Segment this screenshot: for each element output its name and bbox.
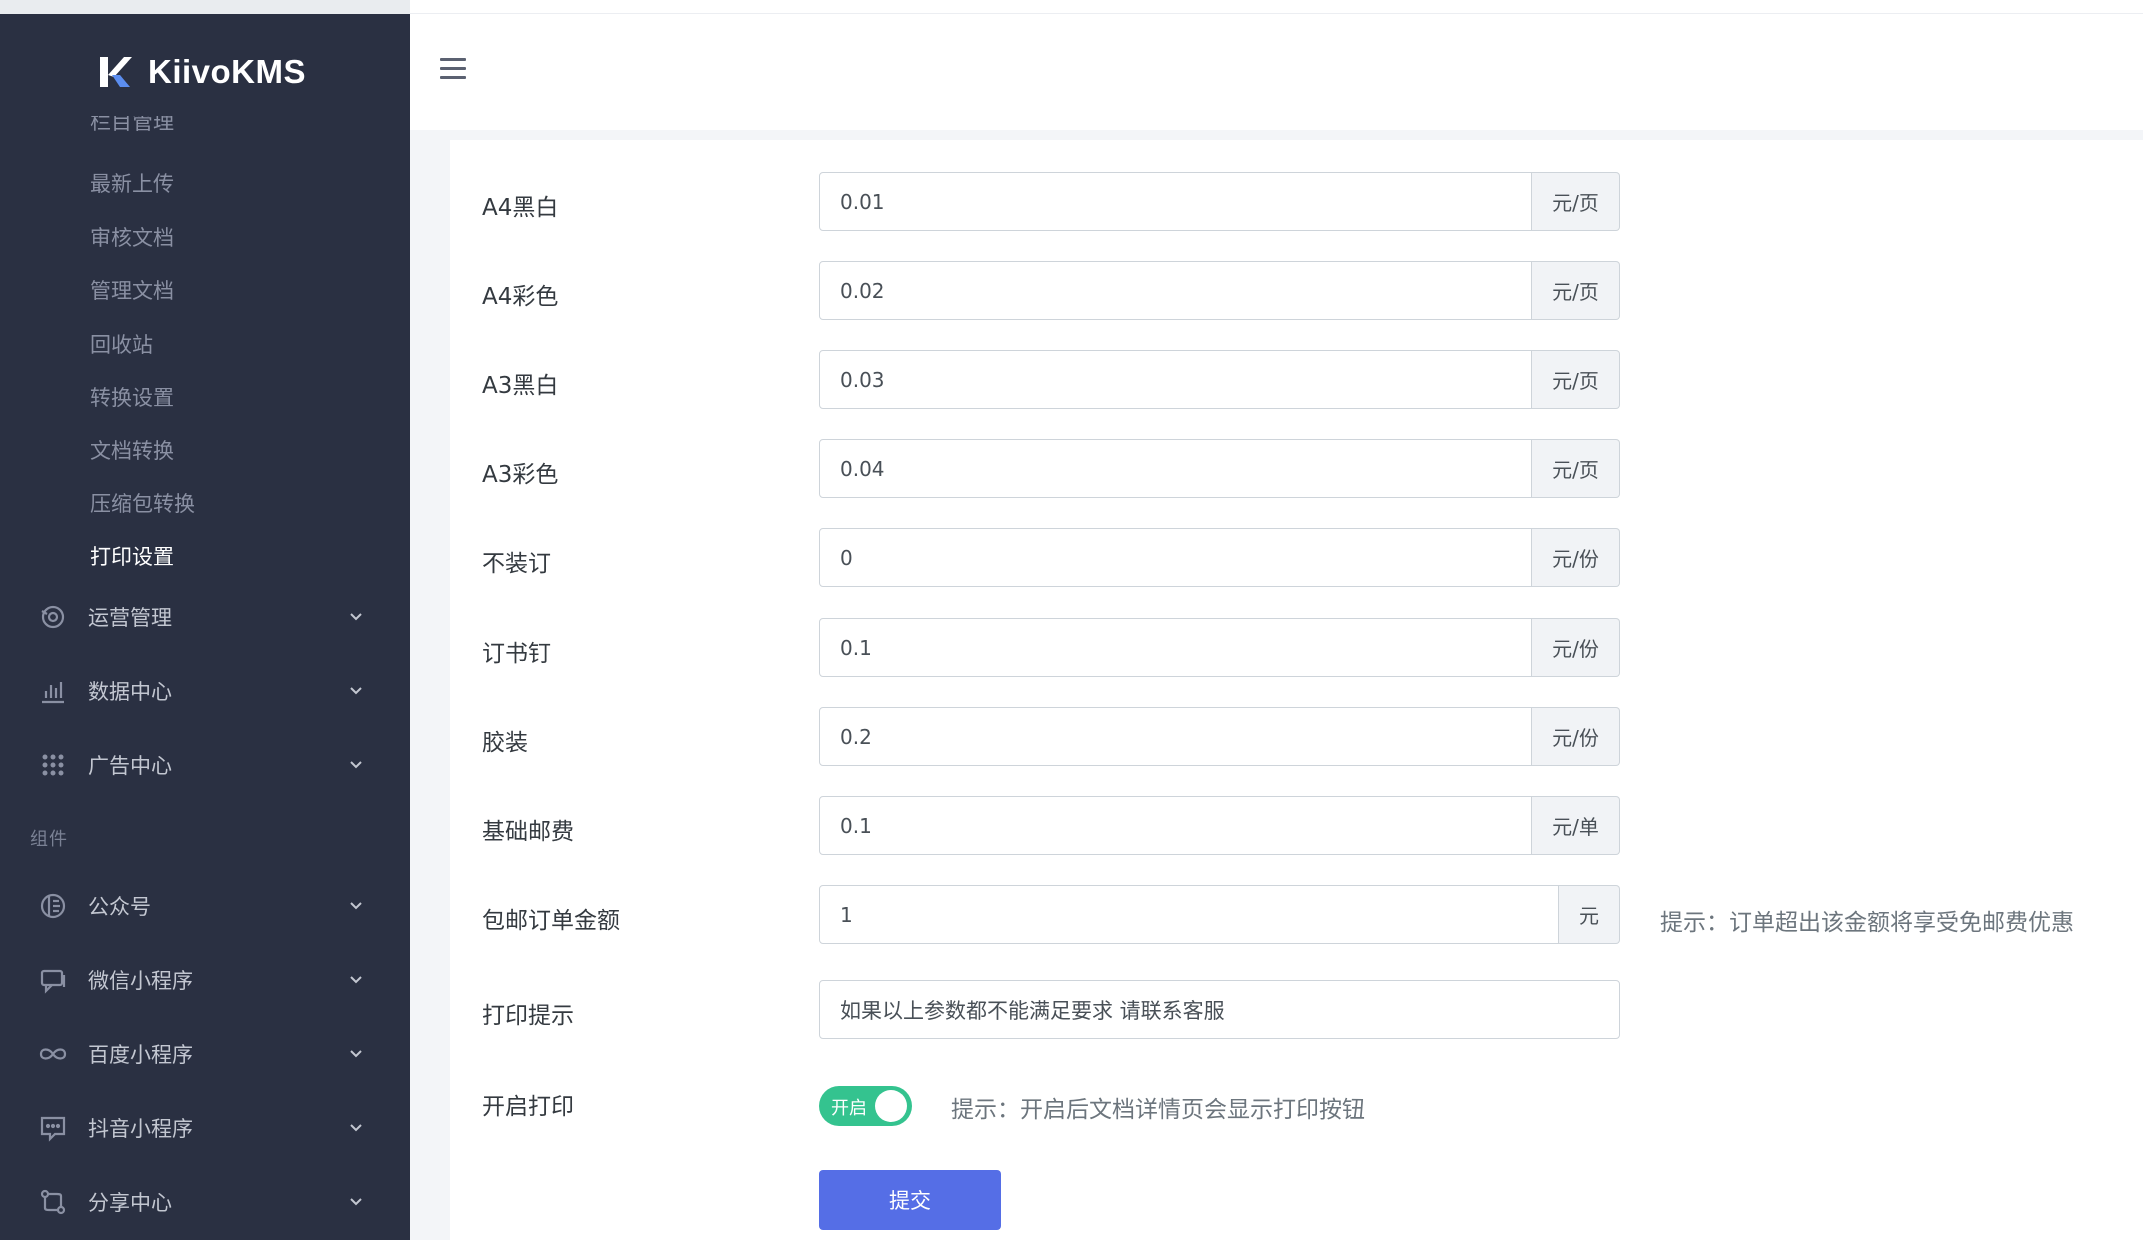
sidebar-item-label: 分享中心: [88, 1191, 172, 1215]
label-enable-print: 开启打印: [482, 1094, 574, 1120]
chevron-down-icon: [350, 613, 362, 621]
bar-chart-icon: [38, 676, 68, 706]
sidebar-item-label: 运营管理: [88, 606, 172, 630]
sidebar-item-share-center[interactable]: 分享中心: [0, 1177, 410, 1227]
sidebar-subitem-manage-docs[interactable]: 管理文档: [90, 275, 174, 305]
chevron-down-icon: [350, 976, 362, 984]
input-group-base-postage: 元/单: [819, 796, 1620, 855]
official-account-icon: [38, 891, 68, 921]
label-a4-color: A4彩色: [482, 284, 559, 310]
label-no-binding: 不装订: [482, 551, 551, 577]
grid-dots-icon: [38, 750, 68, 780]
a4-bw-price-input[interactable]: [819, 172, 1532, 231]
staple-price-input[interactable]: [819, 618, 1532, 677]
sidebar-item-label: 抖音小程序: [88, 1117, 193, 1141]
unit-addon: 元/份: [1532, 618, 1620, 677]
sidebar-item-official-account[interactable]: 公众号: [0, 881, 410, 931]
sidebar-subitem-review-docs[interactable]: 审核文档: [90, 222, 174, 252]
label-glue-binding: 胶装: [482, 730, 528, 756]
glue-binding-price-input[interactable]: [819, 707, 1532, 766]
label-base-postage: 基础邮费: [482, 819, 574, 845]
sidebar-item-data-center[interactable]: 数据中心: [0, 666, 410, 716]
sidebar-subitem-category[interactable]: 栏目管理: [90, 116, 174, 138]
message-box-icon: [38, 1113, 68, 1143]
a4-color-price-input[interactable]: [819, 261, 1532, 320]
chevron-down-icon: [350, 687, 362, 695]
chevron-down-icon: [350, 1198, 362, 1206]
input-group-no-binding: 元/份: [819, 528, 1620, 587]
chat-icon: [38, 965, 68, 995]
free-shipping-hint: 提示：订单超出该金额将享受免邮费优惠: [1660, 910, 2074, 936]
app-logo[interactable]: KiivoKMS: [96, 50, 306, 94]
kiivo-logo-icon: [96, 53, 132, 91]
sidebar-item-label: 广告中心: [88, 754, 172, 778]
toggle-state-text: 开启: [831, 1098, 867, 1119]
submit-button[interactable]: 提交: [819, 1170, 1001, 1230]
sidebar-subitem-print-settings[interactable]: 打印设置: [90, 541, 174, 571]
input-group-glue-binding: 元/份: [819, 707, 1620, 766]
chevron-down-icon: [350, 761, 362, 769]
sidebar: KiivoKMS 栏目管理 最新上传 审核文档 管理文档 回收站 转换设置 文档…: [0, 0, 410, 1240]
sidebar-item-ad-center[interactable]: 广告中心: [0, 740, 410, 790]
sidebar-item-label: 数据中心: [88, 680, 172, 704]
input-group-a4-bw: 元/页: [819, 172, 1620, 231]
label-print-tip: 打印提示: [482, 1003, 574, 1029]
share-icon: [38, 1187, 68, 1217]
sidebar-item-wechat-miniprogram[interactable]: 微信小程序: [0, 955, 410, 1005]
chevron-down-icon: [350, 1050, 362, 1058]
sidebar-top-strip: [0, 0, 410, 14]
sidebar-item-label: 微信小程序: [88, 969, 193, 993]
unit-addon: 元/份: [1532, 707, 1620, 766]
unit-addon: 元/份: [1532, 528, 1620, 587]
label-staple: 订书钉: [482, 641, 551, 667]
unit-addon: 元/页: [1532, 439, 1620, 498]
chevron-down-icon: [350, 902, 362, 910]
print-tip-input[interactable]: [819, 980, 1620, 1039]
unit-addon: 元: [1559, 885, 1620, 944]
label-free-shipping-amount: 包邮订单金额: [482, 908, 620, 934]
input-group-staple: 元/份: [819, 618, 1620, 677]
enable-print-hint: 提示：开启后文档详情页会显示打印按钮: [951, 1097, 1365, 1123]
sidebar-subitem-latest-upload[interactable]: 最新上传: [90, 168, 174, 198]
unit-addon: 元/页: [1532, 350, 1620, 409]
app-name: KiivoKMS: [148, 53, 307, 90]
sidebar-subitem-convert-settings[interactable]: 转换设置: [90, 382, 174, 412]
top-bar: [410, 14, 2143, 130]
unit-addon: 元/页: [1532, 172, 1620, 231]
toggle-knob: [875, 1090, 907, 1122]
no-binding-price-input[interactable]: [819, 528, 1532, 587]
chevron-down-icon: [350, 1124, 362, 1132]
input-group-a3-bw: 元/页: [819, 350, 1620, 409]
sidebar-item-label: 公众号: [88, 895, 151, 919]
sidebar-subitem-recycle-bin[interactable]: 回收站: [90, 329, 153, 359]
unit-addon: 元/页: [1532, 261, 1620, 320]
label-a3-color: A3彩色: [482, 462, 559, 488]
menu-toggle-icon[interactable]: [440, 58, 466, 80]
sidebar-subitem-doc-convert[interactable]: 文档转换: [90, 435, 174, 465]
sidebar-item-operations[interactable]: 运营管理: [0, 592, 410, 642]
enable-print-toggle[interactable]: 开启: [819, 1086, 912, 1126]
sidebar-item-baidu-miniprogram[interactable]: 百度小程序: [0, 1029, 410, 1079]
input-group-a3-color: 元/页: [819, 439, 1620, 498]
sidebar-subitem-archive-convert[interactable]: 压缩包转换: [90, 488, 195, 518]
operations-icon: [38, 602, 68, 632]
input-group-free-shipping-amount: 元: [819, 885, 1620, 944]
a3-color-price-input[interactable]: [819, 439, 1532, 498]
free-shipping-amount-input[interactable]: [819, 885, 1559, 944]
browser-top-strip: [410, 0, 2143, 14]
a3-bw-price-input[interactable]: [819, 350, 1532, 409]
sidebar-item-douyin-miniprogram[interactable]: 抖音小程序: [0, 1103, 410, 1153]
label-a3-bw: A3黑白: [482, 373, 559, 399]
sidebar-item-label: 百度小程序: [88, 1043, 193, 1067]
sidebar-section-title: 组件: [30, 829, 68, 850]
label-a4-bw: A4黑白: [482, 195, 559, 221]
infinity-icon: [38, 1039, 68, 1069]
unit-addon: 元/单: [1532, 796, 1620, 855]
base-postage-input[interactable]: [819, 796, 1532, 855]
input-group-a4-color: 元/页: [819, 261, 1620, 320]
